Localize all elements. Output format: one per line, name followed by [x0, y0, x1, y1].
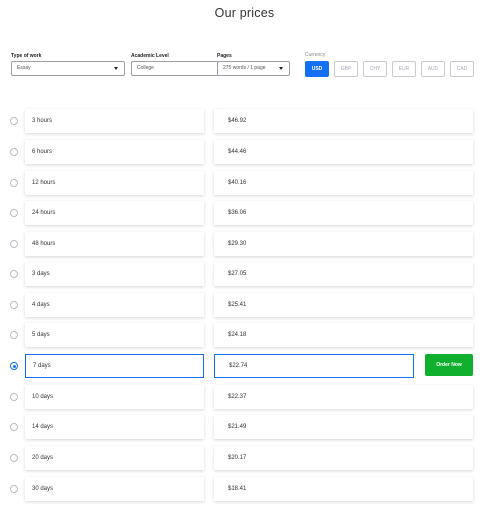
price-row: 24 hours $36.06: [0, 200, 489, 226]
price-row: 4 days $25.41: [0, 292, 489, 318]
deadline-radio[interactable]: [10, 270, 18, 278]
price-value: $46.92: [214, 109, 473, 133]
currency-eur-button[interactable]: EUR: [392, 61, 416, 77]
price-row: 3 hours $46.92: [0, 108, 489, 134]
type-of-work-label: Type of work: [11, 53, 42, 59]
price-value: $22.37: [214, 385, 473, 409]
price-value: $24.18: [214, 323, 473, 347]
price-value: $44.46: [214, 140, 473, 164]
price-row-selected: 7 days $22.74 Order Now: [0, 353, 489, 379]
type-of-work-group: Type of work Essay: [11, 52, 125, 76]
price-value: $36.06: [214, 201, 473, 225]
price-row: 14 days $21.49: [0, 414, 489, 440]
currency-aud-button[interactable]: AUD: [421, 61, 445, 77]
currency-cad-button[interactable]: CAD: [450, 61, 474, 77]
deadline-radio[interactable]: [10, 209, 18, 217]
deadline-option[interactable]: 3 days: [25, 262, 204, 286]
order-now-button[interactable]: Order Now: [425, 354, 473, 376]
deadline-radio[interactable]: [10, 331, 18, 339]
deadline-radio[interactable]: [10, 148, 18, 156]
deadline-radio[interactable]: [10, 301, 18, 309]
page-title: Our prices: [214, 6, 275, 20]
deadline-option[interactable]: 48 hours: [25, 232, 204, 256]
price-row: 12 hours $40.16: [0, 170, 489, 196]
type-of-work-value: Essay: [17, 65, 31, 71]
deadline-option[interactable]: 14 days: [25, 415, 204, 439]
price-value: $20.17: [214, 446, 473, 470]
deadline-radio[interactable]: [10, 485, 18, 493]
price-value: $22.74: [214, 354, 414, 378]
price-row: 30 days $18.41: [0, 476, 489, 502]
currency-usd-button[interactable]: USD: [305, 61, 329, 77]
deadline-option[interactable]: 20 days: [25, 446, 204, 470]
price-value: $25.41: [214, 293, 473, 317]
pages-select[interactable]: 275 words / 1 page: [217, 61, 290, 76]
deadline-radio[interactable]: [10, 117, 18, 125]
price-value: $29.30: [214, 232, 473, 256]
price-row: 48 hours $29.30: [0, 231, 489, 257]
deadline-radio[interactable]: [10, 423, 18, 431]
deadline-option[interactable]: 10 days: [25, 385, 204, 409]
deadline-option[interactable]: 30 days: [25, 477, 204, 501]
currency-options: USD GBP CHY EUR AUD CAD: [305, 61, 474, 77]
deadline-option[interactable]: 24 hours: [25, 201, 204, 225]
academic-level-value: College: [137, 65, 154, 71]
currency-label: Currency: [305, 52, 326, 58]
deadline-radio[interactable]: [10, 393, 18, 401]
price-row: 3 days $27.05: [0, 261, 489, 287]
currency-gbp-button[interactable]: GBP: [334, 61, 358, 77]
deadline-radio[interactable]: [10, 362, 18, 370]
price-row: 5 days $24.18: [0, 322, 489, 348]
deadline-option[interactable]: 4 days: [25, 293, 204, 317]
price-value: $40.16: [214, 171, 473, 195]
price-row: 20 days $20.17: [0, 445, 489, 471]
deadline-radio[interactable]: [10, 454, 18, 462]
deadline-option[interactable]: 5 days: [25, 323, 204, 347]
price-row: 6 hours $44.46: [0, 139, 489, 165]
deadline-radio[interactable]: [10, 179, 18, 187]
deadline-option[interactable]: 7 days: [25, 354, 204, 378]
pages-group: Pages 275 words / 1 page: [217, 52, 290, 76]
pages-value: 275 words / 1 page: [223, 65, 266, 71]
price-value: $21.49: [214, 415, 473, 439]
chevron-down-icon: [279, 67, 283, 70]
currency-group: Currency USD GBP CHY EUR AUD CAD: [305, 51, 474, 77]
type-of-work-select[interactable]: Essay: [11, 61, 125, 76]
currency-chy-button[interactable]: CHY: [363, 61, 387, 77]
price-value: $27.05: [214, 262, 473, 286]
deadline-option[interactable]: 6 hours: [25, 140, 204, 164]
deadline-radio[interactable]: [10, 240, 18, 248]
price-row: 10 days $22.37: [0, 384, 489, 410]
pages-label: Pages: [217, 53, 232, 59]
price-filters: Type of work Essay Academic Level Colleg…: [0, 52, 489, 82]
deadline-option[interactable]: 3 hours: [25, 109, 204, 133]
price-value: $18.41: [214, 477, 473, 501]
deadline-option[interactable]: 12 hours: [25, 171, 204, 195]
chevron-down-icon: [114, 67, 118, 70]
